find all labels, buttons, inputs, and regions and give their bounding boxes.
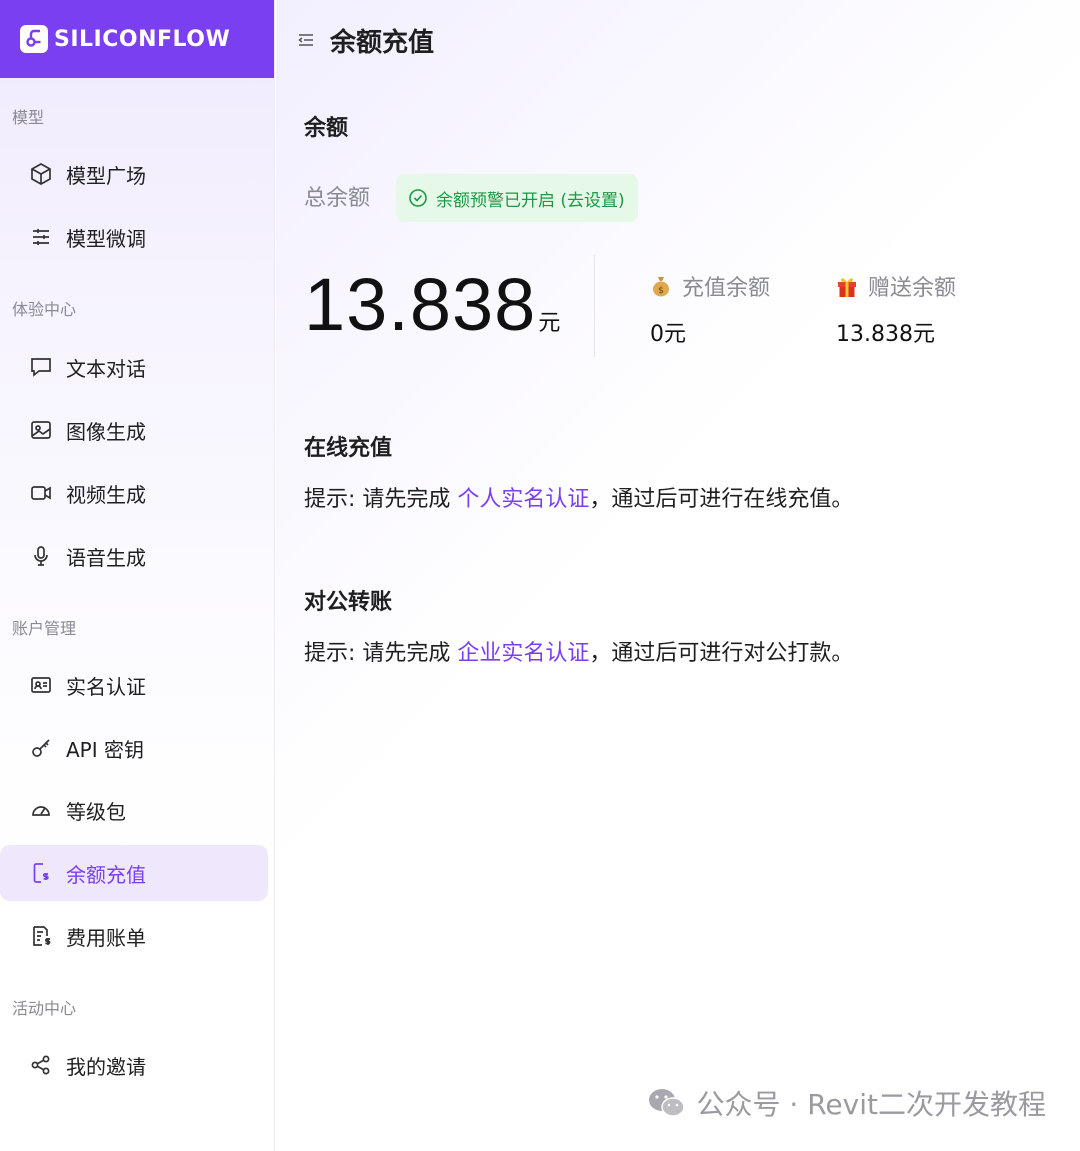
sidebar: SILICONFLOW 模型 模型广场 模型微调 体验中心 文本对话 图像生成 … [0, 0, 275, 1151]
share-icon [28, 1052, 54, 1078]
balance-alert-text: 余额预警已开启 (去设置) [436, 190, 625, 211]
mic-icon [28, 543, 54, 569]
balance-alert-badge[interactable]: 余额预警已开启 (去设置) [396, 174, 638, 222]
hint-prefix: 提示: 请先完成 [304, 641, 458, 666]
logo-bar[interactable]: SILICONFLOW [0, 0, 274, 78]
total-balance-unit: 元 [538, 311, 561, 336]
section-title-activity: 活动中心 [12, 999, 77, 1018]
balance-divider [594, 255, 595, 357]
sidebar-item-label: 语音生成 [66, 545, 146, 570]
sidebar-item-label: 视频生成 [66, 482, 146, 507]
hint-suffix: ，通过后可进行在线充值。 [589, 487, 854, 512]
sidebar-item-balance-recharge[interactable]: 余额充值 [0, 845, 268, 901]
id-card-icon [28, 672, 54, 698]
phone-dollar-icon [28, 860, 54, 886]
wechat-icon [647, 1086, 687, 1120]
page-title: 余额充值 [330, 27, 435, 58]
sliders-icon [28, 224, 54, 250]
recharge-balance-label: 充值余额 [682, 276, 771, 301]
svg-text:$: $ [658, 286, 664, 296]
sidebar-item-label: 模型微调 [66, 226, 146, 251]
online-recharge-heading: 在线充值 [304, 436, 393, 461]
total-balance-value: 13.838 [304, 263, 537, 346]
collapse-menu-icon[interactable] [296, 30, 316, 50]
total-balance-label: 总余额 [304, 186, 371, 211]
sidebar-item-billing[interactable]: 费用账单 [0, 908, 268, 964]
total-balance-amount: 13.838 元 [304, 262, 560, 347]
section-title-account: 账户管理 [12, 619, 77, 638]
sidebar-item-text-chat[interactable]: 文本对话 [0, 339, 268, 395]
sidebar-item-image-gen[interactable]: 图像生成 [0, 402, 268, 458]
sidebar-item-video-gen[interactable]: 视频生成 [0, 465, 268, 521]
brand-name: SILICONFLOW [54, 26, 231, 52]
sidebar-item-real-name[interactable]: 实名认证 [0, 657, 268, 713]
hint-prefix: 提示: 请先完成 [304, 487, 458, 512]
sidebar-item-label: API 密钥 [66, 737, 144, 762]
sidebar-item-label: 图像生成 [66, 419, 146, 444]
section-title-experience: 体验中心 [12, 300, 77, 319]
gift-icon [836, 274, 858, 298]
watermark-text: 公众号 · Revit二次开发教程 [696, 1088, 1046, 1121]
corporate-transfer-hint: 提示: 请先完成 企业实名认证，通过后可进行对公打款。 [304, 635, 853, 667]
gauge-icon [28, 797, 54, 823]
chat-icon [28, 354, 54, 380]
sidebar-item-model-square[interactable]: 模型广场 [0, 146, 268, 202]
online-recharge-hint: 提示: 请先完成 个人实名认证，通过后可进行在线充值。 [304, 481, 853, 513]
siliconflow-logo-icon [20, 25, 48, 53]
image-icon [28, 417, 54, 443]
video-icon [28, 480, 54, 506]
hint-suffix: ，通过后可进行对公打款。 [589, 641, 854, 666]
balance-heading: 余额 [304, 116, 349, 141]
gift-balance: 赠送余额 13.838元 [836, 270, 956, 348]
personal-verification-link[interactable]: 个人实名认证 [457, 487, 589, 512]
money-bag-icon: $ [650, 274, 672, 298]
key-icon [28, 735, 54, 761]
sidebar-item-label: 等级包 [66, 799, 126, 824]
sidebar-item-label: 费用账单 [66, 925, 146, 950]
gift-balance-value: 13.838元 [836, 322, 935, 347]
enterprise-verification-link[interactable]: 企业实名认证 [457, 641, 589, 666]
sidebar-item-my-invites[interactable]: 我的邀请 [0, 1037, 268, 1093]
recharge-balance-value: 0元 [650, 322, 686, 347]
watermark: 公众号 · Revit二次开发教程 [647, 1083, 1046, 1123]
main-content: 余额充值 余额 总余额 余额预警已开启 (去设置) 13.838 元 $ 充值余… [276, 0, 1080, 1151]
sidebar-item-api-keys[interactable]: API 密钥 [0, 720, 268, 776]
gift-balance-label: 赠送余额 [868, 276, 957, 301]
section-title-models: 模型 [12, 108, 45, 127]
check-circle-icon [408, 188, 428, 208]
sidebar-item-label: 实名认证 [66, 674, 146, 699]
recharge-balance: $ 充值余额 0元 [650, 270, 770, 348]
bill-icon [28, 923, 54, 949]
sidebar-item-label: 模型广场 [66, 163, 146, 188]
sidebar-item-level-pack[interactable]: 等级包 [0, 782, 268, 838]
sidebar-item-label: 我的邀请 [66, 1054, 146, 1079]
sidebar-item-label: 余额充值 [66, 862, 146, 887]
topbar: 余额充值 [296, 20, 434, 60]
sidebar-item-voice-gen[interactable]: 语音生成 [0, 528, 268, 584]
sidebar-item-label: 文本对话 [66, 356, 146, 381]
cube-icon [28, 161, 54, 187]
sidebar-item-model-finetune[interactable]: 模型微调 [0, 209, 268, 265]
corporate-transfer-heading: 对公转账 [304, 590, 393, 615]
